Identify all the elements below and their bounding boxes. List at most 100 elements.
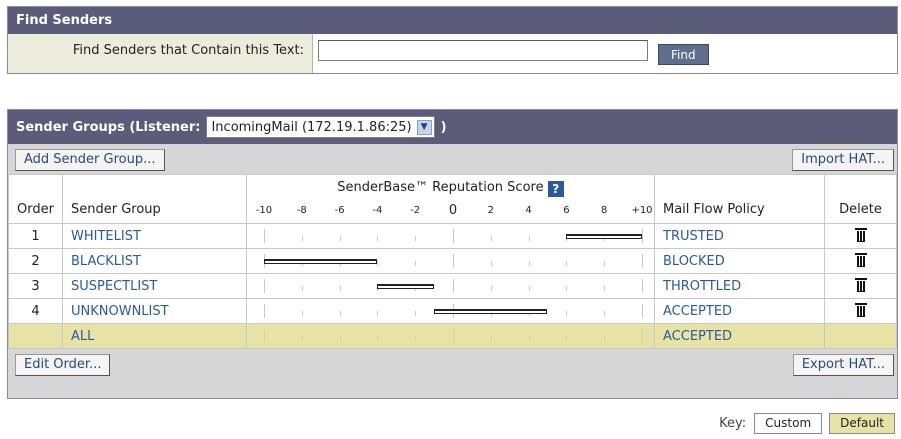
score-range-bar [434, 309, 548, 314]
edit-order-button[interactable]: Edit Order... [15, 354, 111, 376]
delete-cell [824, 273, 897, 299]
score-scale-mark [264, 329, 265, 343]
score-scale-mark [642, 304, 643, 318]
legend-key: Key: Custom Default [719, 413, 895, 434]
column-header-sender-group[interactable]: Sender Group [62, 174, 247, 224]
key-custom: Custom [754, 413, 823, 434]
export-hat-button[interactable]: Export HAT... [792, 354, 894, 376]
trash-icon[interactable] [854, 302, 867, 317]
row-order [8, 323, 63, 349]
find-senders-label: Find Senders that Contain this Text: [8, 34, 313, 73]
score-scale-mark [301, 311, 303, 316]
score-title: SenderBase™ Reputation Score ? [247, 180, 654, 197]
score-scale-mark [604, 336, 606, 341]
policy-link-blocked[interactable]: BLOCKED [654, 248, 825, 274]
table-row-default: ALL ACCEPTED [8, 323, 897, 349]
find-button[interactable]: Find [658, 44, 709, 65]
score-tick-labels: -10 -8 -6 -4 -2 0 2 4 6 8 +10 [247, 203, 654, 219]
score-tick-label: -2 [410, 205, 421, 216]
score-range [246, 298, 655, 324]
score-scale-mark [642, 329, 643, 343]
sender-group-link-all[interactable]: ALL [62, 323, 247, 349]
score-scale-mark [377, 336, 379, 341]
score-scale-mark [301, 236, 303, 241]
delete-cell [824, 223, 897, 249]
import-hat-button[interactable]: Import HAT... [792, 149, 894, 171]
score-range-bar [377, 284, 435, 289]
score-scale-mark [264, 304, 265, 318]
score-scale-mark [301, 286, 303, 291]
delete-cell [824, 248, 897, 274]
sender-group-link-unknownlist[interactable]: UNKNOWNLIST [62, 298, 247, 324]
score-tick-label: 0 [448, 203, 458, 218]
policy-link-trusted[interactable]: TRUSTED [654, 223, 825, 249]
sender-groups-title: Sender Groups (Listener: [16, 119, 201, 135]
score-scale-mark [642, 254, 643, 268]
score-scale-mark [528, 236, 530, 241]
table-row: 3 SUSPECTLIST THROTTLED [8, 273, 897, 299]
score-scale-mark [415, 311, 417, 316]
score-tick-label: -4 [372, 205, 383, 216]
listener-select[interactable]: IncomingMail (172.19.1.86:25) ▼ [206, 116, 435, 138]
score-scale-mark [566, 286, 568, 291]
score-range [246, 248, 655, 274]
table-row: 2 BLACKLIST BLOCKED [8, 248, 897, 274]
score-scale-mark [642, 229, 643, 243]
score-scale-mark [642, 279, 643, 293]
trash-icon[interactable] [854, 252, 867, 267]
score-scale-mark [377, 311, 379, 316]
chevron-down-icon[interactable]: ▼ [416, 119, 432, 135]
policy-link-accepted-default[interactable]: ACCEPTED [654, 323, 825, 349]
row-order: 4 [8, 298, 63, 324]
delete-cell [824, 323, 897, 349]
column-header-mail-flow-policy: Mail Flow Policy [654, 174, 825, 224]
score-scale-mark [339, 236, 341, 241]
score-scale-mark [604, 286, 606, 291]
help-icon[interactable]: ? [547, 181, 564, 197]
sender-group-link-blacklist[interactable]: BLACKLIST [62, 248, 247, 274]
row-order: 1 [8, 223, 63, 249]
score-scale-mark [490, 236, 492, 241]
score-scale-mark [415, 236, 417, 241]
score-title-label: SenderBase™ Reputation Score [337, 180, 544, 195]
sender-group-link-whitelist[interactable]: WHITELIST [62, 223, 247, 249]
score-scale-mark [453, 254, 454, 268]
sender-groups-footer: Edit Order... Export HAT... [8, 349, 897, 378]
score-scale-mark [453, 329, 454, 343]
table-header-row: Order Sender Group SenderBase™ Reputatio… [8, 174, 897, 224]
score-tick-label: 2 [487, 205, 494, 216]
key-label: Key: [719, 416, 747, 431]
row-order: 3 [8, 273, 63, 299]
trash-icon[interactable] [854, 277, 867, 292]
score-scale-mark [528, 336, 530, 341]
sender-groups-header: Sender Groups (Listener: IncomingMail (1… [8, 110, 897, 144]
score-tick-label: 4 [525, 205, 532, 216]
score-tick-label: -6 [334, 205, 345, 216]
table-row: 4 UNKNOWNLIST ACCEPTED [8, 298, 897, 324]
add-sender-group-button[interactable]: Add Sender Group... [15, 149, 165, 171]
sender-groups-toolbar: Add Sender Group... Import HAT... [8, 144, 897, 174]
delete-cell [824, 298, 897, 324]
score-scale-mark [453, 279, 454, 293]
score-scale-mark [301, 336, 303, 341]
score-scale-mark [604, 261, 606, 266]
score-tick-label: 8 [601, 205, 608, 216]
score-range-bar [566, 234, 642, 239]
policy-link-throttled[interactable]: THROTTLED [654, 273, 825, 299]
column-header-order[interactable]: Order [8, 174, 63, 224]
score-scale-mark [339, 311, 341, 316]
policy-link-accepted[interactable]: ACCEPTED [654, 298, 825, 324]
sender-group-link-suspectlist[interactable]: SUSPECTLIST [62, 273, 247, 299]
score-tick-label: 6 [563, 205, 570, 216]
score-tick-label: -10 [255, 205, 273, 216]
sender-groups-panel: Sender Groups (Listener: IncomingMail (1… [7, 109, 898, 399]
trash-icon[interactable] [854, 227, 867, 242]
find-senders-input[interactable] [318, 40, 648, 61]
key-default: Default [829, 413, 895, 434]
score-scale-mark [264, 229, 265, 243]
column-header-delete: Delete [824, 174, 897, 224]
score-scale-mark [377, 236, 379, 241]
find-senders-body: Find [313, 34, 897, 73]
score-scale-mark [490, 261, 492, 266]
score-scale-mark [339, 336, 341, 341]
